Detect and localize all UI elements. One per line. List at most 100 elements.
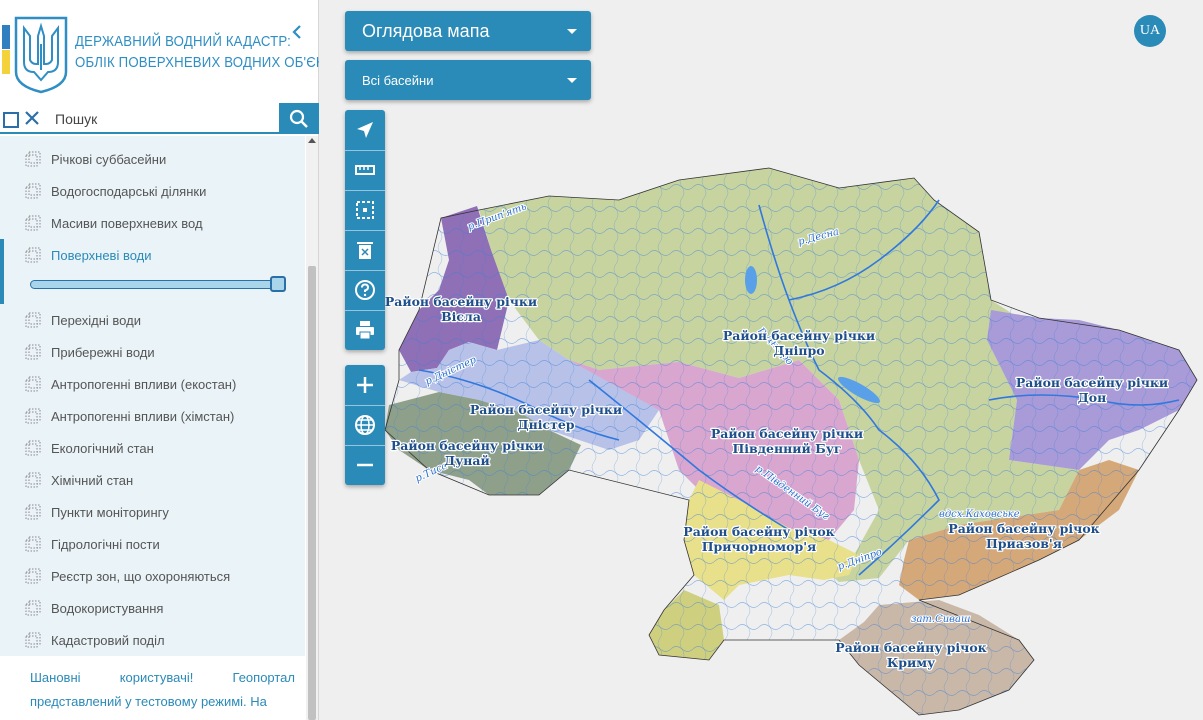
layer-label: Річкові суббасейни [51,151,167,167]
zoom-out-button[interactable] [345,445,385,485]
layer-item[interactable]: Річкові суббасейни [0,143,305,175]
layer-label: Реєстр зон, що охороняються [51,568,231,584]
flag-blue-stripe [2,25,10,49]
layer-item[interactable]: Прибережні води [0,336,305,368]
layer-icon [25,215,41,231]
layer-label: Водокористування [51,600,164,616]
basin-name-danube: Дунай [444,453,490,468]
map-tools [345,110,385,350]
print-icon [356,321,374,340]
zoom-in-icon [357,377,373,393]
layer-item[interactable]: Масиви поверхневих вод [0,207,305,239]
basin-name-azov: Приазов'я [986,536,1062,551]
ukraine-basin-map[interactable]: р.Прип'ятьр.Деснар.Дніпрор.Дніпрор.Дніст… [319,0,1203,720]
layer-item[interactable]: Гідрологічні пости [0,528,305,560]
app-title-line2: ОБЛІК ПОВЕРХНЕВИХ ВОДНИХ ОБ'ЄКТІВ [75,54,345,71]
scroll-thumb[interactable] [308,266,316,720]
globe-icon [355,415,375,435]
layer-label: Водогосподарські ділянки [51,183,207,199]
basin-label-danube: Район басейну річки [391,438,543,453]
collapse-sidebar-icon[interactable] [289,22,305,42]
basin-name-don: Дон [1078,390,1107,405]
layer-item[interactable]: Перехідні води [0,304,305,336]
layer-icon [25,183,41,199]
zoom-in-button[interactable] [345,365,385,405]
active-layer-indicator [0,271,4,304]
layer-item[interactable]: Пункти моніторингу [0,496,305,528]
slider-thumb[interactable] [270,276,286,292]
opacity-slider[interactable] [30,276,286,292]
layer-icon [25,440,41,456]
layer-list: Річкові суббасейни Водогосподарські ділян… [0,136,305,656]
scrollbar[interactable] [306,136,318,720]
select-all-checkbox[interactable] [3,112,19,128]
layer-label: Хімічний стан [51,472,134,488]
chevron-down-icon [567,29,577,34]
layer-item[interactable]: Кадастровий поділ [0,624,305,656]
layer-label: Прибережні води [51,344,155,360]
layer-label: Екологічний стан [51,440,154,456]
measure-button[interactable] [345,150,385,190]
layer-icon [25,312,41,328]
basin-name-crimea: Криму [887,655,935,670]
navigate-button[interactable] [345,110,385,150]
clear-button[interactable] [345,230,385,270]
basin-label-vistula: Район басейну річки [385,294,537,309]
chevron-down-icon [567,78,577,83]
kyiv-reservoir [745,266,757,294]
search-icon [289,109,308,128]
full-extent-button[interactable] [345,405,385,445]
clear-icon[interactable] [23,108,41,128]
zoom-controls [345,365,385,485]
search-input[interactable] [55,108,270,130]
basin-select-dropdown[interactable]: Всі басейни [345,60,591,100]
basin-label-dnieper: Район басейну річки [723,328,875,343]
layer-item[interactable]: Екологічний стан [0,432,305,464]
layer-icon [25,472,41,488]
layer-icon [25,344,41,360]
layer-icon [25,376,41,392]
sidebar: ДЕРЖАВНИЙ ВОДНИЙ КАДАСТР: ОБЛІК ПОВЕРХНЕ… [0,0,345,720]
basin-select-label: Всі басейни [362,73,434,88]
app-header: ДЕРЖАВНИЙ ВОДНИЙ КАДАСТР: ОБЛІК ПОВЕРХНЕ… [0,0,345,103]
layer-item[interactable]: Реєстр зон, що охороняються [0,560,305,592]
layer-label: Поверхневі води [51,247,152,263]
layer-item[interactable]: Поверхневі води [0,239,305,271]
basin-label-crimea: Район басейну річок [835,640,986,655]
search-bar [0,103,319,134]
print-button[interactable] [345,310,385,350]
map-panel[interactable]: р.Прип'ять р.Десна р.Дніпро р.Дніпро р.Дніст… [319,0,1203,720]
scroll-up-arrow[interactable] [308,138,316,143]
layer-item[interactable]: Антропогенні впливи (екостан) [0,368,305,400]
basin-label-azov: Район басейну річок [948,521,1099,536]
layer-icon [25,536,41,552]
basin-name-black-sea: Причорномор'я [702,539,817,554]
layer-item[interactable]: Водогосподарські ділянки [0,175,305,207]
layer-label: Антропогенні впливи (екостан) [51,376,237,392]
layer-label: Пункти моніторингу [51,504,169,520]
basin-name-dniester: Дністер [517,417,574,432]
layer-icon [25,504,41,520]
map-select-label: Оглядова мапа [362,21,490,41]
layer-icon [25,600,41,616]
river-label-syvash: зат.Сиваш [911,614,970,625]
trash-icon [357,242,373,259]
help-button[interactable] [345,270,385,310]
layer-label: Гідрологічні пости [51,536,160,552]
layer-icon [25,632,41,648]
basin-label-southern-bug: Район басейну річки [711,426,863,441]
layer-label: Кадастровий поділ [51,632,165,648]
navigate-icon [357,122,373,138]
language-button[interactable]: UA [1134,15,1166,47]
slider-track [30,280,286,289]
map-select-dropdown[interactable]: Оглядова мапа [345,11,591,51]
area-select-icon [356,201,374,219]
layer-item[interactable]: Хімічний стан [0,464,305,496]
basin-name-dnieper: Дніпро [773,343,824,358]
zoom-out-icon [357,463,373,467]
basin-name-southern-bug: Південний Буг [732,441,841,456]
layer-item[interactable]: Антропогенні впливи (хімстан) [0,400,305,432]
layer-item[interactable]: Водокористування [0,592,305,624]
search-button[interactable] [279,103,319,134]
area-select-button[interactable] [345,190,385,230]
